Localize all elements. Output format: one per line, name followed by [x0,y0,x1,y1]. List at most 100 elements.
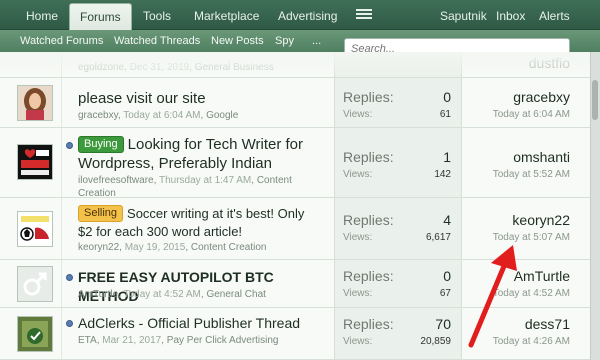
replies-label: Replies: [343,149,394,165]
thread-title-line2[interactable]: $2 for each 300 word article! [78,222,242,241]
prefix-buying-badge[interactable]: Buying [78,136,124,153]
thread-last-post: dustfio [462,52,590,77]
thread-forum[interactable]: Content [257,175,292,186]
thread-main: egoldzone, Dec 31, 2019, General Busines… [62,52,334,77]
thread-date: Dec 31, 2019 [129,62,190,73]
thread-forum[interactable]: Google [206,110,238,121]
thread-main: Selling Soccer writing at it's best! Only… [62,198,334,259]
thread-row: Selling Soccer writing at it's best! Only… [0,198,590,260]
thread-row: egoldzone, Dec 31, 2019, General Busines… [0,52,590,78]
views-label: Views: [343,109,373,120]
thread-title[interactable]: AdClerks - Official Publisher Thread [78,314,300,333]
thread-author[interactable]: ETA [78,335,97,346]
replies-label: Replies: [343,212,394,228]
avatar[interactable] [17,316,53,352]
thread-author[interactable]: ilovefreesoftware [78,175,154,186]
subnav-spy[interactable]: Spy [275,30,294,52]
thread-meta: egoldzone, Dec 31, 2019, General Busines… [78,62,274,73]
subnav-watched-forums[interactable]: Watched Forums [20,30,103,52]
views-count: 6,617 [425,232,451,243]
scrollbar-thumb[interactable] [592,80,598,120]
views-label: Views: [343,169,373,180]
thread-title-line1[interactable]: Soccer writing at it's best! Only [127,206,304,221]
avatar[interactable] [17,85,53,121]
thread-last-post: dess71 Today at 4:26 AM [462,308,590,359]
thread-meta: ilovefreesoftware, Thursday at 1:47 AM, … [78,175,292,199]
thread-forum[interactable]: General Chat [206,289,265,300]
thread-title-line2[interactable]: Wordpress, Preferably Indian [78,154,272,173]
views-label: Views: [343,288,373,299]
avatar[interactable] [17,211,53,247]
subnav-new-posts[interactable]: New Posts [211,30,264,52]
last-post-user[interactable]: omshanti [513,149,570,165]
replies-label: Replies: [343,89,394,105]
views-count: 61 [439,109,451,120]
thread-last-post: omshanti Today at 5:52 AM [462,128,590,197]
replies-count: 0 [443,268,451,284]
thread-date: Today at 6:04 AM [123,110,201,121]
thread-title[interactable]: please visit our site [78,89,206,108]
last-post-time: Today at 4:52 AM [492,288,570,299]
thread-author[interactable]: AmTurtle [78,289,118,300]
last-post-user[interactable]: keoryn22 [512,212,570,228]
nav-home[interactable]: Home [26,0,58,30]
avatar-cell [0,198,62,259]
subnav-more[interactable]: ... [312,30,321,52]
hamburger-menu-icon[interactable] [356,9,372,19]
replies-count: 1 [443,149,451,165]
thread-date: Today at 4:52 AM [123,289,201,300]
nav-tools[interactable]: Tools [143,0,171,30]
thread-date: Thursday at 1:47 AM [158,175,252,186]
avatar-cell [0,78,62,127]
thread-forum[interactable]: General Business [195,62,274,73]
nav-marketplace[interactable]: Marketplace [194,0,259,30]
last-post-time: Today at 4:26 AM [492,336,570,347]
subnav-watched-threads[interactable]: Watched Threads [114,30,200,52]
avatar-cell [0,308,62,359]
replies-label: Replies: [343,268,394,284]
thread-row: AdClerks - Official Publisher Thread ETA… [0,308,590,360]
thread-meta: keoryn22, May 19, 2015, Content Creation [78,242,267,253]
thread-forum[interactable]: Content Creation [191,242,267,253]
last-post-user[interactable]: dustfio [529,55,570,71]
avatar-cell [0,52,62,77]
thread-date: May 19, 2015 [124,242,186,253]
thread-meta: gracebxy, Today at 6:04 AM, Google [78,110,239,121]
thread-last-post: keoryn22 Today at 5:07 AM [462,198,590,259]
thread-meta: ETA, Mar 21, 2017, Pay Per Click Adverti… [78,335,279,346]
thread-stats: Replies: 70 Views: 20,859 [334,308,462,359]
thread-row: please visit our site gracebxy, Today at… [0,78,590,128]
nav-advertising[interactable]: Advertising [278,0,337,30]
thread-title[interactable]: Selling Soccer writing at it's best! Only [78,204,304,223]
thread-title[interactable]: Buying Looking for Tech Writer for [78,135,303,154]
thread-main: FREE EASY AUTOPILOT BTC METHOD AmTurtle,… [62,260,334,307]
last-post-time: Today at 5:07 AM [492,232,570,243]
thread-stats: Replies: 4 Views: 6,617 [334,198,462,259]
thread-main: please visit our site gracebxy, Today at… [62,78,334,127]
thread-author[interactable]: egoldzone [78,62,124,73]
replies-label: Replies: [343,316,394,332]
last-post-user[interactable]: dess71 [525,316,570,332]
unread-dot-icon [66,142,73,149]
replies-count: 70 [435,316,451,332]
thread-main: Buying Looking for Tech Writer for Wordpr… [62,128,334,199]
male-avatar-icon[interactable] [17,266,53,302]
last-post-time: Today at 5:52 AM [492,169,570,180]
avatar[interactable] [17,144,53,180]
nav-inbox[interactable]: Inbox [496,0,525,30]
last-post-user[interactable]: gracebxy [513,89,570,105]
nav-forums[interactable]: Forums [69,3,132,31]
nav-alerts[interactable]: Alerts [539,0,570,30]
last-post-time: Today at 6:04 AM [492,109,570,120]
views-count: 142 [434,169,451,180]
prefix-selling-badge[interactable]: Selling [78,205,124,222]
thread-author[interactable]: keoryn22 [78,242,119,253]
thread-title-line1[interactable]: Looking for Tech Writer for [128,136,303,153]
thread-forum[interactable]: Pay Per Click Advertising [167,335,279,346]
thread-stats: Replies: 0 Views: 61 [334,78,462,127]
thread-row: FREE EASY AUTOPILOT BTC METHOD AmTurtle,… [0,260,590,308]
views-count: 20,859 [420,336,451,347]
thread-author[interactable]: gracebxy [78,110,118,121]
last-post-user[interactable]: AmTurtle [514,268,570,284]
nav-account[interactable]: Saputnik [440,0,487,30]
